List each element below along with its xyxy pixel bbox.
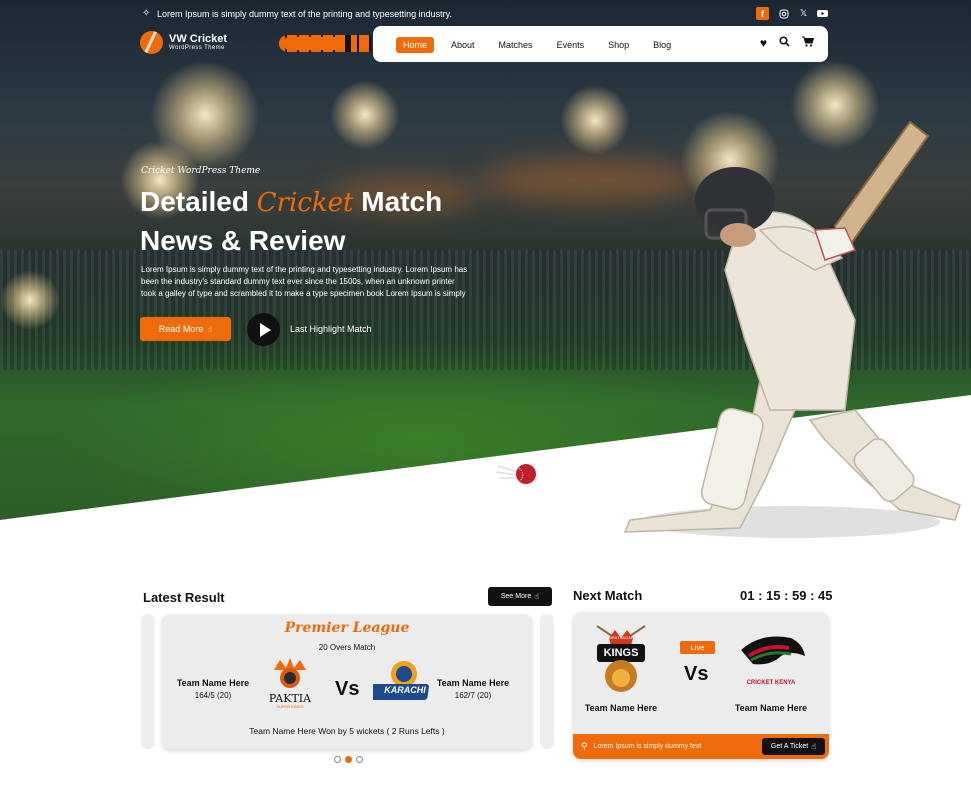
team1-score: 164/5 (20) (194, 691, 232, 700)
nav-item-shop[interactable]: Shop (601, 37, 636, 53)
next-match-footer: ⚲ Lorem Ipsum is simply dummy text Get A… (573, 734, 829, 759)
cricket-kenya-logo-text: CRICKET KENYA (746, 680, 796, 686)
nav-item-about[interactable]: About (444, 37, 482, 53)
next-result-card-peek[interactable] (540, 614, 554, 749)
match-result-text: Team Name Here Won by 5 wickets ( 2 Runs… (249, 726, 445, 736)
get-ticket-button[interactable]: Get A Ticket ☝ (762, 738, 825, 755)
highlight-match-link[interactable]: Last Highlight Match (290, 324, 372, 334)
nav-item-events[interactable]: Events (550, 37, 592, 53)
team2-info: Team Name Here 162/7 (20) (428, 678, 518, 700)
facebook-icon[interactable]: f (756, 7, 769, 20)
hero-description: Lorem Ipsum is simply dummy text of the … (141, 265, 468, 298)
prev-result-card-peek[interactable] (141, 614, 155, 749)
headline-line2: News & Review (140, 225, 346, 256)
match-format: 20 Overs Match (318, 643, 376, 652)
nav-item-matches[interactable]: Matches (492, 37, 540, 53)
brand-logo[interactable]: VW Cricket WordPress Theme (140, 31, 227, 54)
see-more-button[interactable]: See More ☝ (488, 587, 552, 606)
venue-text: Lorem Ipsum is simply dummy text (593, 743, 702, 750)
headline-accent: Cricket (256, 188, 354, 218)
play-icon (259, 322, 271, 337)
next-vs-label: Vs (684, 663, 709, 685)
see-more-label: See More (500, 593, 532, 600)
main-navbar: Home About Matches Events Shop Blog ♥ (373, 26, 828, 62)
hero-kicker: Cricket WordPress Theme (141, 166, 261, 176)
batsman-illustration (623, 120, 961, 538)
carousel-dot[interactable] (356, 756, 363, 763)
carousel-dot-active[interactable] (345, 756, 352, 763)
topbar-notice-text: Lorem Ipsum is simply dummy text of the … (157, 9, 452, 19)
team2-score: 162/7 (20) (454, 691, 492, 700)
cart-icon[interactable] (802, 36, 815, 50)
nav-item-home[interactable]: Home (396, 37, 435, 53)
next-team1-name: Team Name Here (584, 703, 658, 713)
get-ticket-label: Get A Ticket (770, 743, 809, 750)
sparkle-icon: ✧ (142, 8, 151, 19)
vs-label: Vs (335, 678, 360, 700)
x-icon[interactable]: 𝕏 (797, 7, 810, 20)
next-match-card: BIRATNAGAR KINGS Live Vs CRICKET KENYA T… (573, 612, 829, 759)
brand-name: VW Cricket (169, 33, 228, 45)
carousel-dot[interactable] (334, 756, 341, 763)
bat-handle-decoration (279, 35, 371, 52)
play-video-button[interactable] (247, 313, 280, 346)
cricket-ball-logo-icon (140, 31, 163, 54)
next-team2-name: Team Name Here (734, 703, 808, 713)
location-pin-icon: ⚲ (581, 741, 588, 751)
team1-name: Team Name Here (176, 678, 250, 688)
pointer-hand-icon: ☝ (207, 324, 213, 334)
kings-logo-top: BIRATNAGAR (608, 635, 634, 640)
team2-name: Team Name Here (436, 678, 510, 688)
search-icon[interactable] (779, 36, 790, 50)
read-more-label: Read More (158, 324, 204, 334)
karachi-logo (373, 661, 429, 700)
carousel-pagination (334, 756, 363, 763)
nav-item-blog[interactable]: Blog (646, 37, 678, 53)
youtube-icon[interactable] (816, 7, 829, 20)
latest-result-title: Latest Result (143, 590, 225, 605)
topbar-notice: ✧ Lorem Ipsum is simply dummy text of th… (142, 8, 452, 20)
headline-part1: Detailed (140, 186, 249, 217)
hero-headline: Detailed Cricket Match News & Review (140, 183, 480, 260)
result-card: Premier League 20 Overs Match Team Name … (162, 614, 532, 749)
heart-icon[interactable]: ♥ (760, 36, 767, 50)
pointer-hand-icon: ☝ (811, 742, 817, 751)
pointer-hand-icon: ☝ (534, 592, 540, 601)
brand-tagline: WordPress Theme (169, 45, 225, 51)
instagram-icon[interactable] (777, 7, 790, 20)
paktia-logo-sub: SUPER KINGS (276, 704, 304, 709)
kings-logo-text: KINGS (603, 647, 639, 659)
live-badge: Live (680, 641, 715, 654)
karachi-logo-text: KARACHI (384, 685, 426, 695)
cricket-kenya-logo (741, 636, 805, 665)
read-more-button[interactable]: Read More ☝ (140, 317, 231, 341)
team1-info: Team Name Here 164/5 (20) (168, 678, 258, 700)
match-countdown: 01 : 15 : 59 : 45 (740, 588, 833, 603)
cricket-ball-icon (496, 464, 536, 484)
next-match-title: Next Match (573, 588, 643, 603)
league-name: Premier League (284, 620, 410, 636)
headline-part2: Match (361, 186, 443, 217)
